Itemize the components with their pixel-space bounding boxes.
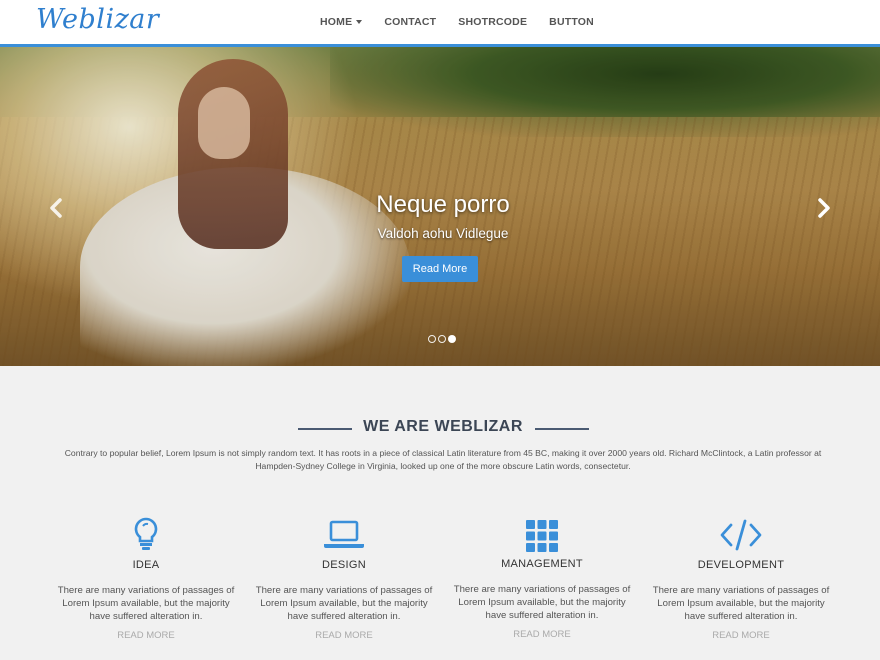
site-logo[interactable]: Weblizar	[36, 4, 159, 35]
feature-title: DEVELOPMENT	[697, 559, 785, 571]
nav-item-shortcode[interactable]: SHOTRCODE	[447, 16, 538, 28]
section-description: Contrary to popular belief, Lorem Ipsum …	[64, 448, 822, 471]
feature-title: IDEA	[132, 559, 160, 571]
feature-text: There are many variations of passages of…	[652, 585, 830, 622]
slide-indicator[interactable]	[428, 335, 436, 343]
hero-slider: Neque porro Valdoh aohu Vidlegue Read Mo…	[0, 47, 880, 366]
nav-item-home[interactable]: HOME	[309, 16, 373, 28]
nav-item-contact[interactable]: CONTACT	[373, 16, 447, 28]
site-header: Weblizar HOME CONTACT SHOTRCODE BUTTON	[0, 0, 880, 44]
feature-text: There are many variations of passages of…	[57, 585, 235, 622]
slide-title: Neque porro	[376, 191, 510, 218]
chevron-down-icon	[356, 20, 363, 25]
chevron-right-icon[interactable]	[814, 197, 834, 219]
nav-item-label: HOME	[320, 16, 353, 28]
slide-subtitle: Valdoh aohu Vidlegue	[377, 226, 509, 241]
heading-line-right	[535, 428, 589, 430]
feature-text: There are many variations of passages of…	[453, 584, 631, 621]
feature-text: There are many variations of passages of…	[255, 585, 433, 622]
feature-read-more-link[interactable]: READ MORE	[442, 629, 642, 640]
feature-title: MANAGEMENT	[501, 558, 583, 570]
section-title: WE ARE WEBLIZAR	[363, 418, 523, 435]
chevron-left-icon[interactable]	[46, 197, 66, 219]
slide-indicator[interactable]	[438, 335, 446, 343]
code-icon	[720, 519, 762, 551]
feature-read-more-link[interactable]: READ MORE	[46, 630, 246, 641]
slide-indicator-active[interactable]	[448, 335, 456, 343]
slider-indicators	[428, 335, 456, 343]
nav-item-button[interactable]: BUTTON	[538, 16, 605, 28]
section-heading: WE ARE WEBLIZAR	[0, 418, 880, 438]
feature-read-more-link[interactable]: READ MORE	[641, 630, 841, 641]
grid-icon	[526, 520, 558, 552]
lightbulb-icon	[134, 517, 158, 550]
feature-read-more-link[interactable]: READ MORE	[244, 630, 444, 641]
read-more-button[interactable]: Read More	[402, 256, 478, 282]
laptop-icon	[324, 520, 364, 548]
main-nav: HOME CONTACT SHOTRCODE BUTTON	[309, 0, 605, 44]
feature-title: DESIGN	[322, 559, 366, 571]
